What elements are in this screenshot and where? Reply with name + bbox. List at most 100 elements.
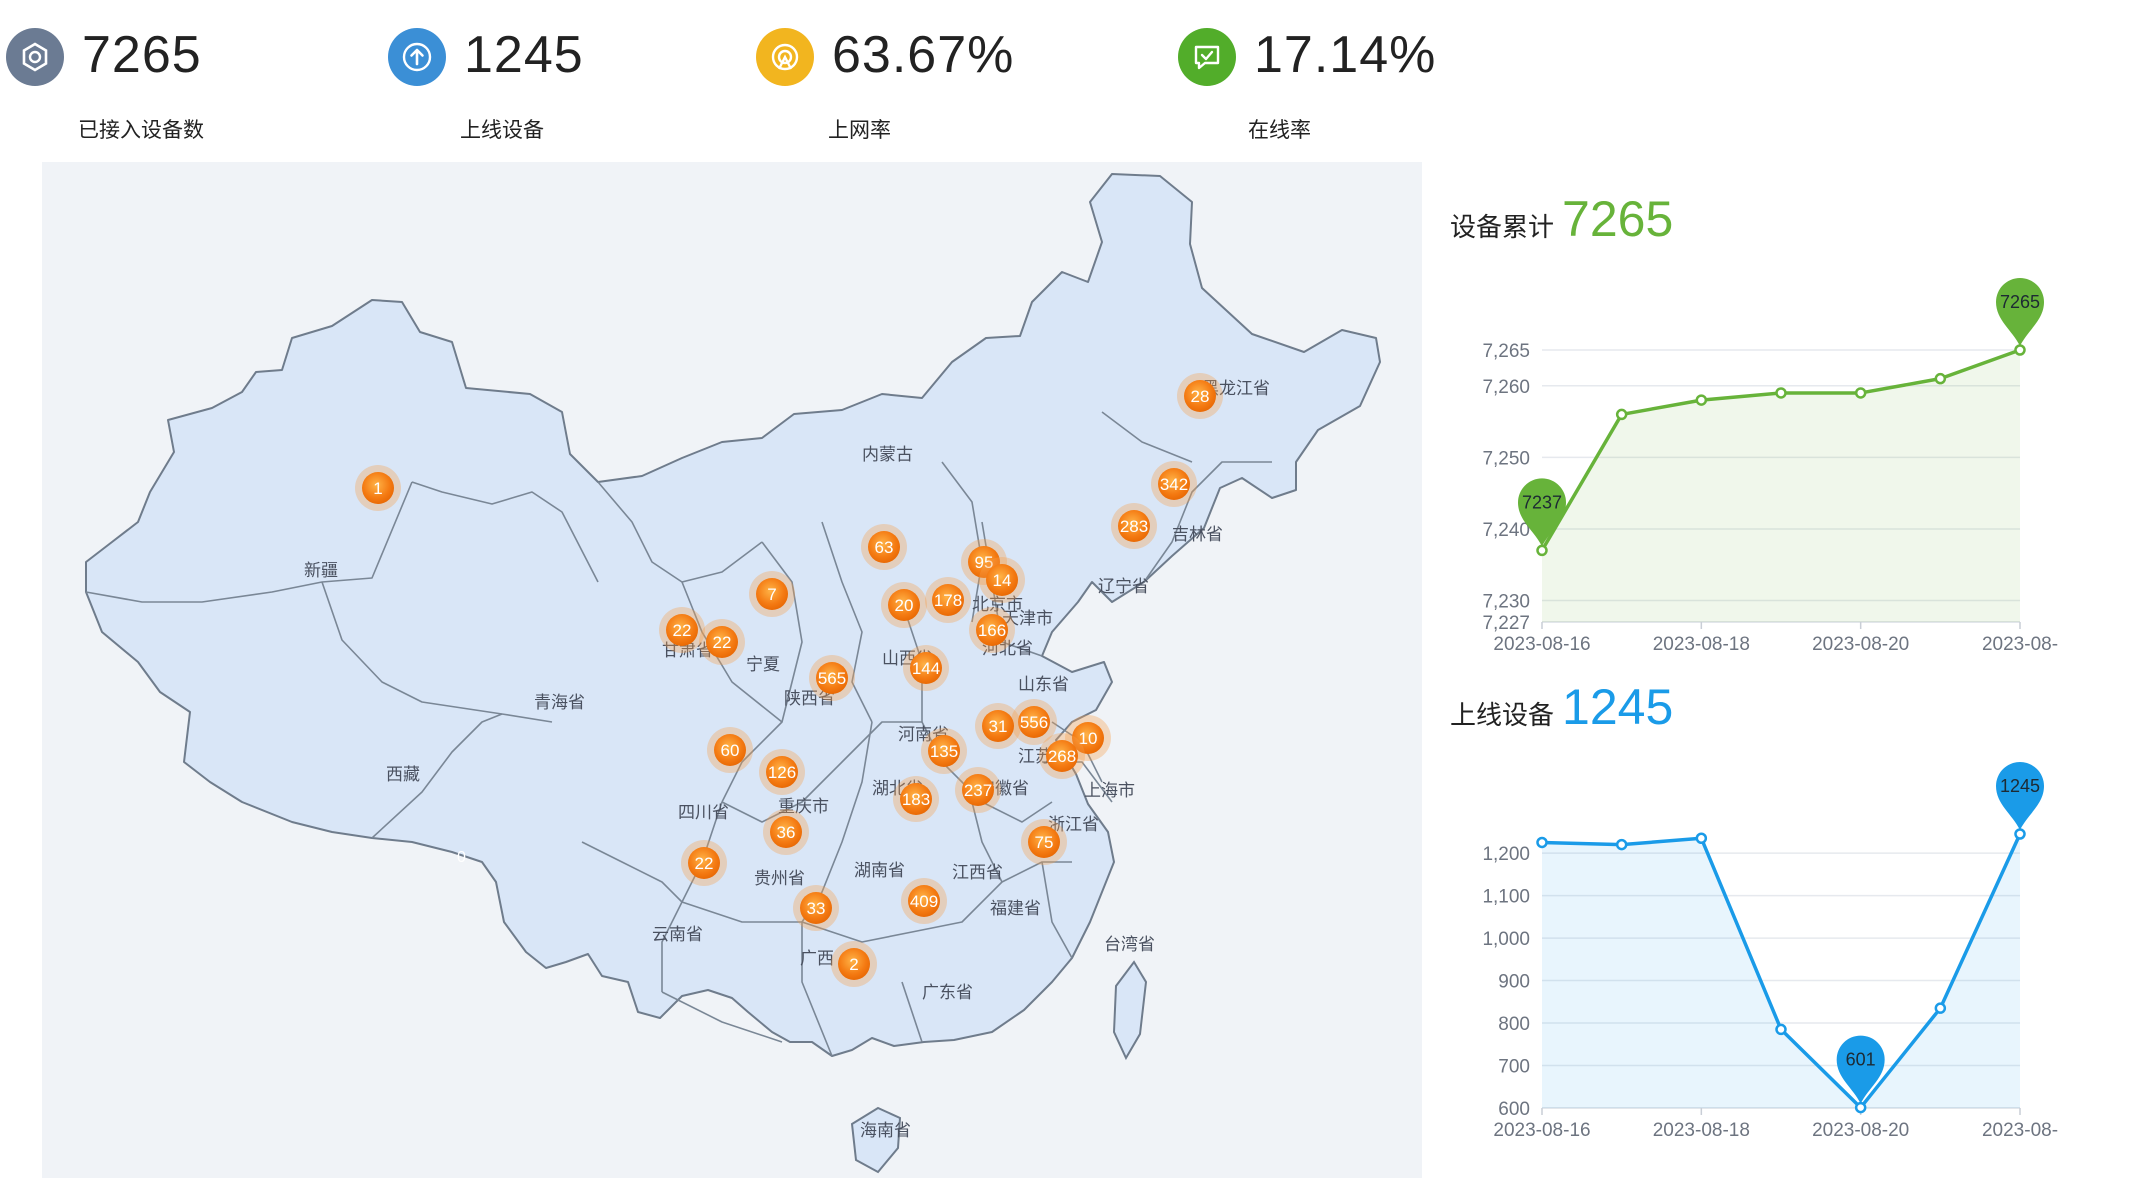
- province-label: 辽宁省: [1098, 577, 1149, 596]
- province-marker[interactable]: 144: [903, 645, 949, 691]
- chart-headline-value: 7265: [1562, 191, 1674, 247]
- upload-icon: [402, 42, 432, 72]
- province-marker[interactable]: 75: [1021, 819, 1067, 865]
- pin-marker: 7237: [1518, 478, 1566, 547]
- province-marker[interactable]: 342: [1151, 461, 1197, 507]
- province-marker[interactable]: 31: [975, 703, 1021, 749]
- marker-value: 135: [930, 742, 958, 761]
- marker-value: 60: [721, 741, 740, 760]
- stat-label: 已接入设备数: [78, 119, 204, 142]
- province-label: 广东省: [922, 983, 973, 1002]
- x-tick-label: 2023-08-20: [1812, 1120, 1909, 1141]
- province-marker[interactable]: 1: [355, 465, 401, 511]
- signal-icon: [771, 43, 799, 71]
- data-point[interactable]: [2014, 344, 2026, 356]
- data-point[interactable]: [1775, 387, 1787, 399]
- marker-value: 556: [1020, 713, 1048, 732]
- stat-online: 1245 上线设备: [388, 22, 688, 142]
- data-point[interactable]: [1615, 408, 1628, 421]
- data-point[interactable]: [1934, 372, 1947, 385]
- marker-value: 31: [989, 717, 1008, 736]
- marker-value: 178: [934, 591, 962, 610]
- y-tick-label: 1,100: [1482, 887, 1530, 908]
- pin-shape: [1836, 1035, 1885, 1104]
- marker-value: 342: [1160, 475, 1188, 494]
- province-label: 云南省: [652, 925, 703, 944]
- data-point[interactable]: [1695, 832, 1708, 844]
- pin-label: 7265: [2000, 292, 2040, 312]
- data-point[interactable]: [1695, 394, 1708, 406]
- pin-label: 1245: [2000, 776, 2040, 796]
- province-marker[interactable]: 126: [759, 749, 805, 795]
- province-marker[interactable]: 33: [793, 885, 839, 931]
- province-marker[interactable]: 28: [1177, 373, 1223, 419]
- province-marker[interactable]: 283: [1111, 503, 1157, 549]
- marker-value: 565: [818, 669, 846, 688]
- province-marker[interactable]: 22: [659, 607, 705, 653]
- line-chart: 7,2277,230 7,240 7,250 7,260 7,265 2023-08-16…: [1482, 278, 2058, 655]
- marker-value: 2: [849, 955, 858, 974]
- china-map-panel: 黑龙江省 内蒙古 新疆 吉林省 辽宁省 北京市 天津市 河北省 山西省 宁夏 甘肃省 青海省 陕西省 山东…: [42, 162, 1422, 1178]
- province-marker[interactable]: 36: [763, 809, 809, 855]
- data-point[interactable]: [1615, 838, 1628, 851]
- province-marker[interactable]: 60: [707, 727, 753, 773]
- province-marker[interactable]: 237: [955, 767, 1001, 813]
- china-device-map[interactable]: 黑龙江省内蒙古新疆吉林省辽宁省北京市天津市河北省山西省宁夏甘肃省青海省 陕西省山东…: [42, 162, 1422, 1178]
- stat-icon-bg: [756, 28, 814, 86]
- pin-label: 601: [1846, 1050, 1876, 1070]
- province-marker[interactable]: 2: [831, 941, 877, 987]
- province-marker[interactable]: 14: [979, 557, 1025, 603]
- province-marker[interactable]: 22: [699, 619, 745, 665]
- y-tick-label: 700: [1498, 1057, 1530, 1078]
- province-marker[interactable]: 268: [1039, 733, 1085, 779]
- province-marker[interactable]: 183: [893, 776, 939, 822]
- data-point[interactable]: [1775, 1023, 1787, 1036]
- province-label: 宁夏: [746, 655, 780, 674]
- province-marker[interactable]: 166: [969, 607, 1015, 653]
- series-line: [1541, 833, 2022, 1110]
- province-marker[interactable]: 22: [681, 840, 727, 886]
- data-point[interactable]: [1854, 1101, 1867, 1114]
- province-label: 湖南省: [854, 861, 905, 880]
- province-label: 福建省: [990, 899, 1041, 918]
- province-marker[interactable]: 565: [809, 655, 855, 701]
- province-marker[interactable]: 409: [901, 878, 947, 924]
- marker-value: 126: [768, 763, 796, 782]
- marker-value: 166: [978, 621, 1006, 640]
- stat-icon-bg: [6, 28, 64, 86]
- y-tick-label: 1,000: [1482, 929, 1530, 950]
- province-label: 吉林省: [1172, 525, 1223, 544]
- marker-value: 1: [373, 479, 382, 498]
- chart-title-text: 上线设备: [1450, 700, 1555, 730]
- chart-title-cumulative: 设备累计 7265: [1450, 190, 1673, 248]
- data-point[interactable]: [1854, 387, 1867, 399]
- data-point[interactable]: [1536, 544, 1548, 557]
- marker-value: 183: [902, 790, 930, 809]
- marker-value: 7: [767, 585, 776, 604]
- marker-value: 28: [1191, 387, 1210, 406]
- province-label: 江西省: [952, 863, 1003, 882]
- data-point[interactable]: [1934, 1002, 1947, 1014]
- province-marker[interactable]: 7: [749, 571, 795, 617]
- province-label: 西藏: [386, 765, 420, 784]
- pin-label: 7237: [1522, 492, 1562, 512]
- province-label: 广西: [800, 949, 834, 968]
- line-chart: 600 700 800 900 1,000 1,100 1,200 2023-08-16 202…: [1482, 762, 2058, 1141]
- y-tick-label: 7,250: [1482, 448, 1530, 469]
- province-marker[interactable]: 20: [881, 582, 927, 628]
- chart-title-text: 设备累计: [1450, 212, 1555, 242]
- x-tick-label: 2023-08-: [1982, 634, 2058, 655]
- province-marker[interactable]: 178: [925, 577, 971, 623]
- stat-value: 17.14%: [1254, 26, 1437, 84]
- marker-value: 75: [1035, 833, 1054, 852]
- marker-value: 36: [777, 823, 796, 842]
- province-marker[interactable]: 135: [921, 728, 967, 774]
- data-point[interactable]: [1536, 836, 1548, 849]
- hainan-island: [850, 1106, 902, 1174]
- data-point[interactable]: [2014, 828, 2026, 840]
- series-line: [1540, 348, 2021, 552]
- pin-shape: [1996, 278, 2044, 346]
- province-marker[interactable]: 63: [861, 524, 907, 570]
- pin-marker: 7265: [1996, 278, 2044, 346]
- stat-value: 7265: [82, 26, 202, 84]
